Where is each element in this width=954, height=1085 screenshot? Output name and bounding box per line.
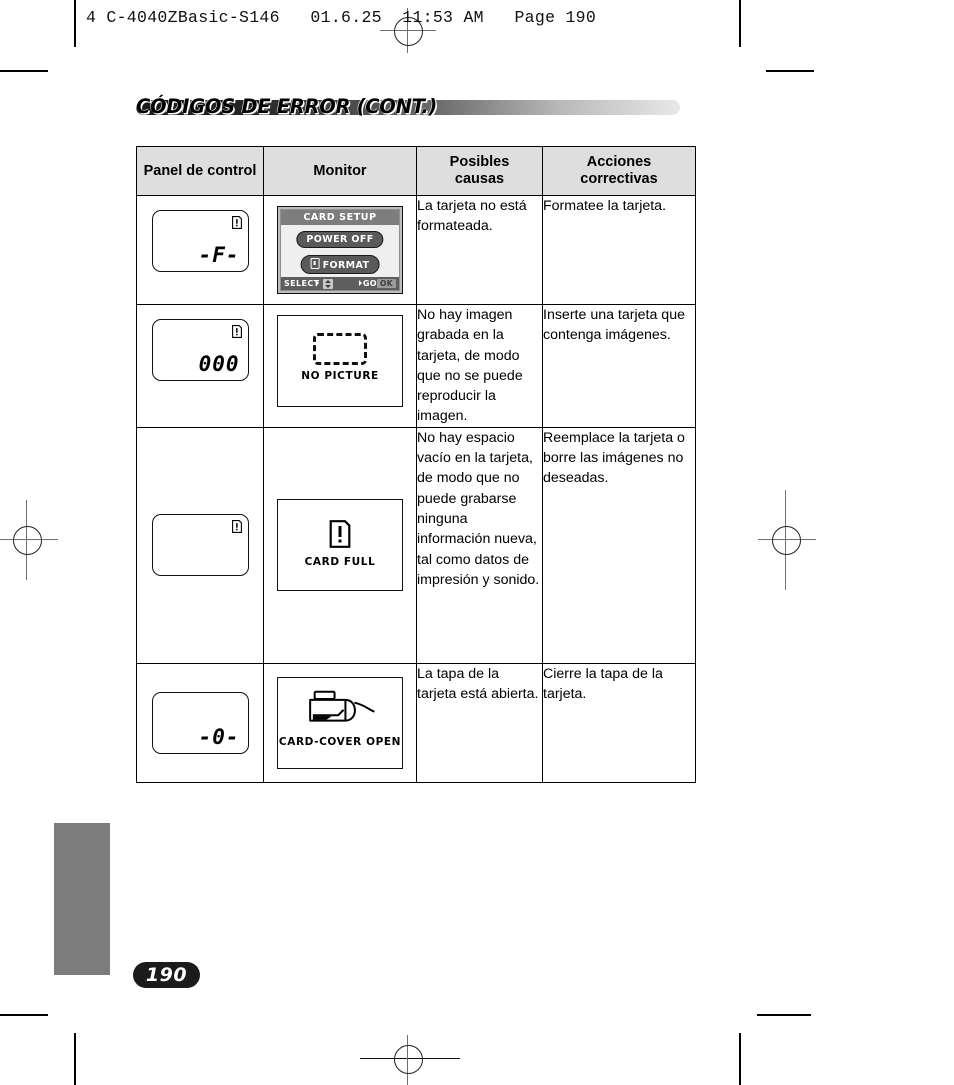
card-error-icon — [231, 325, 242, 338]
panel-cell — [136, 426, 264, 664]
control-panel-lcd: 000 — [151, 319, 249, 381]
column-header-acciones-correctivas: Acciones correctivas — [542, 146, 696, 196]
card-setup-title: CARD SETUP — [281, 210, 399, 225]
panel-cell: -F- — [136, 195, 264, 305]
format-option-label: FORMAT — [322, 260, 370, 271]
control-panel-lcd: -0- — [151, 691, 249, 754]
camera-card-cover-open-icon — [309, 690, 375, 722]
card-icon — [310, 258, 320, 269]
cause-cell: No hay imagen grabada en la tarjeta, de … — [416, 304, 543, 428]
card-setup-footer: SELECT GO OK — [281, 277, 399, 290]
registration-mark-bottom-center — [360, 1035, 460, 1085]
monitor-cell: CARD SETUP POWER OFF FORMAT SELECT GO OK — [263, 195, 417, 305]
updown-pad-icon — [323, 278, 333, 289]
action-cell: Cierre la tapa de la tarjeta. — [542, 662, 696, 783]
page-title-text: CÓDIGOS DE ERROR (CONT.) — [136, 95, 438, 118]
card-error-icon — [329, 520, 351, 549]
card-cover-open-label: CARD-COVER OPEN — [278, 735, 402, 748]
control-panel-lcd — [151, 514, 249, 577]
card-setup-screen: CARD SETUP POWER OFF FORMAT SELECT GO OK — [277, 206, 403, 294]
column-header-label-line1: Acciones — [586, 154, 652, 171]
column-header-label-line1: Posibles — [449, 154, 510, 171]
table-header-row: Panel de control Monitor Posibles causas… — [136, 146, 696, 196]
card-error-icon — [231, 216, 242, 229]
crop-mark-bottom-right-horizontal — [757, 1014, 811, 1016]
table-row: -0- CARD-COVER OPEN La tapa de la tarjet… — [136, 662, 696, 783]
lcd-segment-text: -F- — [198, 243, 240, 267]
monitor-cell: CARD-COVER OPEN — [263, 662, 417, 783]
column-header-label: Monitor — [313, 162, 367, 179]
chapter-thumb-tab — [54, 823, 110, 975]
table-row: 000 NO PICTURE No hay imagen grabada en … — [136, 304, 696, 428]
crop-mark-top-right-horizontal — [766, 70, 814, 72]
column-header-label-line2: causas — [454, 171, 505, 187]
cause-cell: La tapa de la tarjeta está abierta. — [416, 662, 543, 783]
action-cell: Reemplace la tarjeta o borre las imágene… — [542, 426, 696, 664]
control-panel-lcd: -F- — [151, 210, 249, 272]
crop-mark-bottom-right-vertical — [739, 1033, 741, 1085]
crop-mark-top-left-vertical — [74, 0, 76, 47]
table-row: CARD FULL No hay espacio vacío en la tar… — [136, 426, 696, 664]
panel-cell: -0- — [136, 662, 264, 783]
diamond-icon — [316, 280, 322, 286]
card-full-screen: CARD FULL — [277, 499, 403, 592]
crop-mark-top-right-vertical — [739, 0, 741, 47]
cause-cell: La tarjeta no está formateada. — [416, 195, 543, 305]
card-setup-inner: CARD SETUP POWER OFF FORMAT SELECT GO OK — [280, 209, 400, 291]
monitor-cell: CARD FULL — [263, 426, 417, 664]
crop-mark-bottom-left-horizontal — [0, 1014, 48, 1016]
registration-mark-left — [0, 500, 60, 580]
registration-mark-right — [758, 490, 818, 590]
action-cell: Inserte una tarjeta que contenga imágene… — [542, 304, 696, 428]
error-codes-table: Panel de control Monitor Posibles causas… — [136, 146, 696, 783]
format-option[interactable]: FORMAT — [300, 255, 380, 274]
select-hint-label: SELECT — [284, 279, 320, 288]
imposition-slug: 4 C-4040ZBasic-S146 01.6.25 11:53 AM Pag… — [86, 8, 597, 27]
panel-cell: 000 — [136, 304, 264, 428]
column-header-label: Panel de control — [143, 162, 257, 179]
diamond-icon — [359, 280, 365, 286]
no-picture-screen: NO PICTURE — [277, 315, 403, 407]
column-header-panel-de-control: Panel de control — [136, 146, 264, 196]
card-error-icon — [231, 520, 242, 534]
monitor-cell: NO PICTURE — [263, 304, 417, 428]
card-full-label: CARD FULL — [304, 556, 376, 569]
page-number-badge: 190 — [133, 962, 200, 988]
lcd-segment-text: 000 — [198, 352, 240, 376]
crop-mark-bottom-left-vertical — [74, 1033, 76, 1085]
card-setup-body: POWER OFF FORMAT — [281, 225, 399, 277]
empty-image-placeholder-icon — [313, 333, 367, 365]
column-header-label-line2: correctivas — [580, 171, 658, 187]
action-cell: Formatee la tarjeta. — [542, 195, 696, 305]
column-header-monitor: Monitor — [263, 146, 417, 196]
table-row: -F- CARD SETUP POWER OFF FORMAT SELECT G… — [136, 195, 696, 305]
lcd-segment-text: -0- — [198, 724, 240, 749]
ok-button-icon: OK — [377, 278, 396, 288]
card-cover-open-screen: CARD-COVER OPEN — [277, 676, 403, 769]
cause-cell: No hay espacio vacío en la tarjeta, de m… — [416, 426, 543, 664]
page-title: CÓDIGOS DE ERROR (CONT.) — [136, 95, 680, 122]
power-off-option[interactable]: POWER OFF — [296, 231, 384, 248]
column-header-posibles-causas: Posibles causas — [416, 146, 543, 196]
no-picture-label: NO PICTURE — [301, 370, 379, 382]
crop-mark-top-left-horizontal — [0, 70, 48, 72]
